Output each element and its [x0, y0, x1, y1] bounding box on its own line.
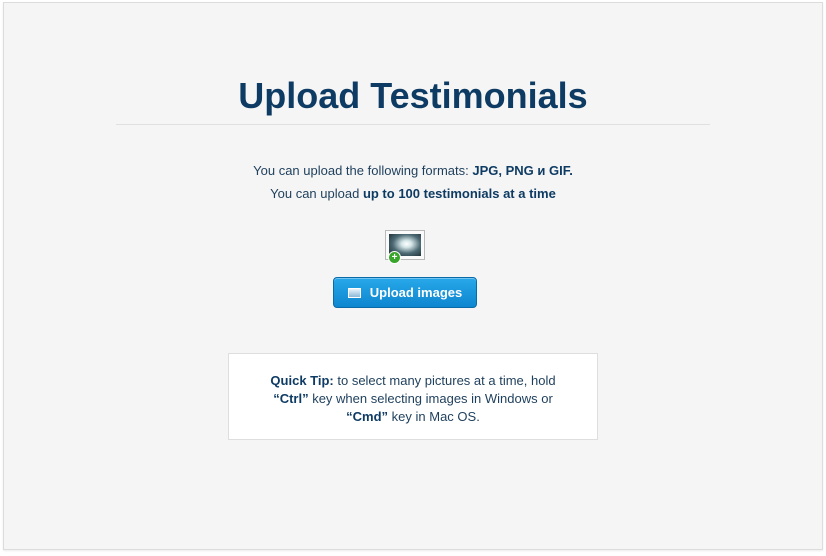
- add-image-icon[interactable]: +: [385, 230, 425, 264]
- cmd-key-label: “Cmd”: [346, 409, 389, 424]
- quick-tip-text-3: key in Mac OS.: [388, 409, 480, 424]
- quick-tip-box: Quick Tip: to select many pictures at a …: [228, 353, 598, 440]
- quick-tip-label: Quick Tip:: [270, 373, 334, 388]
- upload-button-label: Upload images: [369, 285, 463, 300]
- formats-prefix: You can upload the following formats:: [253, 163, 473, 178]
- title-divider: [116, 124, 710, 125]
- quick-tip-text-1: to select many pictures at a time, hold: [333, 373, 556, 388]
- quick-tip-text-2: key when selecting images in Windows or: [308, 391, 553, 406]
- ctrl-key-label: “Ctrl”: [273, 391, 309, 406]
- upload-images-button[interactable]: Upload images: [333, 277, 477, 308]
- quick-tip-text: Quick Tip: to select many pictures at a …: [229, 372, 597, 426]
- formats-info: You can upload the following formats: JP…: [4, 163, 822, 178]
- limit-prefix: You can upload: [270, 186, 363, 201]
- plus-icon: +: [388, 251, 401, 264]
- image-icon: [347, 287, 361, 298]
- formats-value: JPG, PNG и GIF.: [472, 163, 573, 178]
- page-title: Upload Testimonials: [238, 75, 588, 116]
- upload-panel: Upload Testimonials You can upload the f…: [3, 2, 823, 550]
- limit-value: up to 100 testimonials at a time: [362, 186, 556, 201]
- limit-info: You can upload up to 100 testimonials at…: [4, 186, 822, 201]
